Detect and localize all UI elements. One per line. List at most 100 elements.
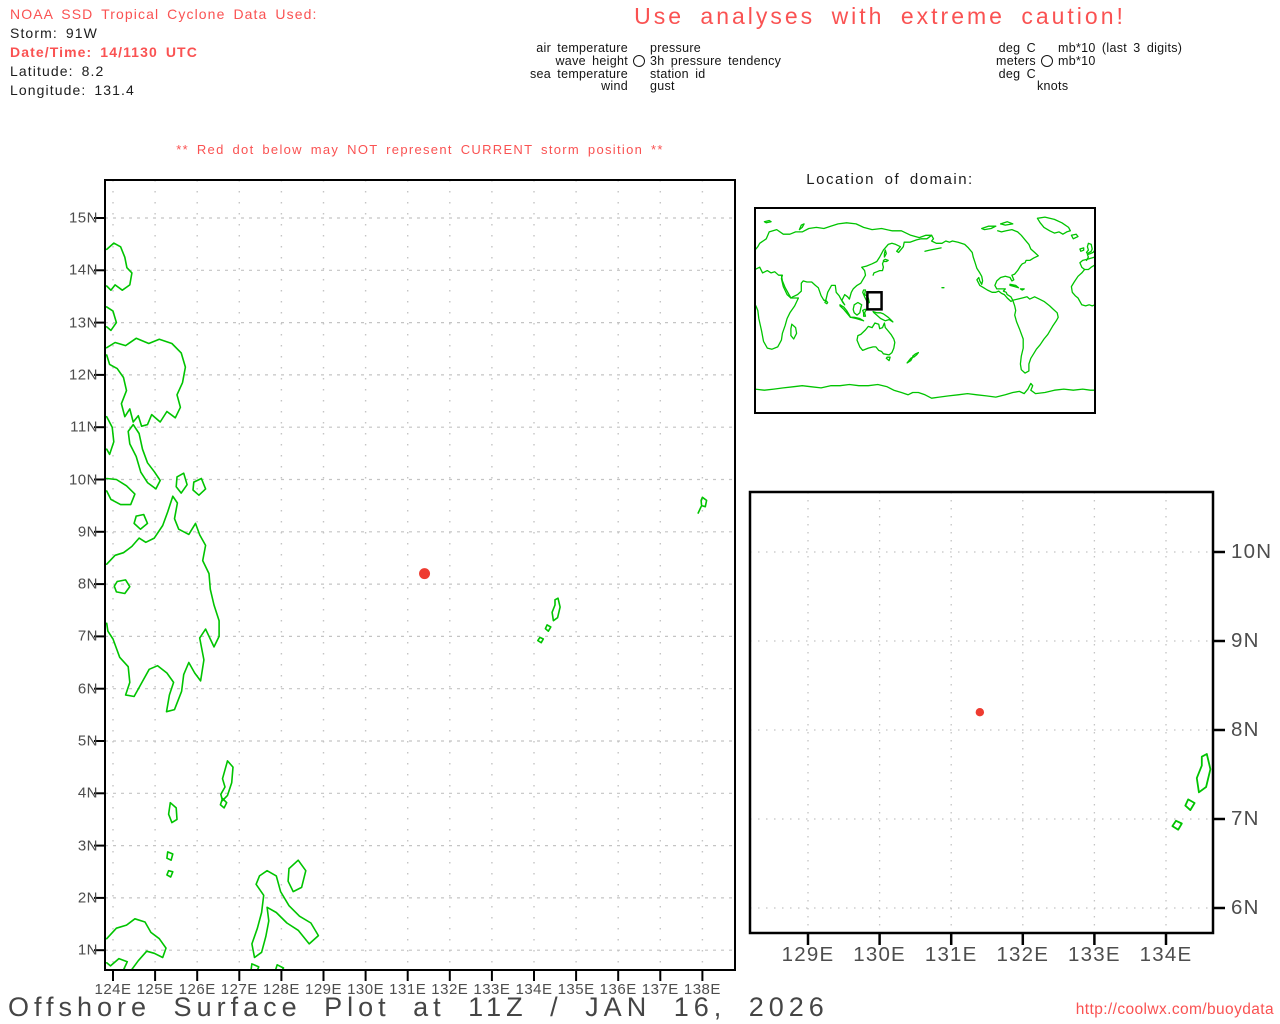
coastline xyxy=(106,337,187,428)
coastline xyxy=(275,963,285,969)
coastline xyxy=(586,550,608,579)
coastline xyxy=(220,760,234,802)
coastline xyxy=(697,505,702,514)
coastline xyxy=(439,150,482,230)
main-y-tick-label: 12N xyxy=(68,366,98,384)
coastline xyxy=(1184,798,1196,811)
legend-deg-c-air: deg C xyxy=(998,41,1036,55)
legend-mb10-last3: mb*10 (last 3 digits) xyxy=(1058,41,1183,55)
world-coastline xyxy=(763,219,772,224)
station-model-legend-right: deg C mb*10 (last 3 digits) meters mb*10… xyxy=(975,42,1182,93)
domain-rectangle xyxy=(866,291,883,311)
header-latitude-line: Latitude: 8.2 xyxy=(10,63,105,79)
coastline xyxy=(700,496,708,508)
main-y-tick-label: 3N xyxy=(77,837,98,855)
world-coastline xyxy=(906,356,914,364)
world-coastline xyxy=(1079,256,1094,271)
world-coastline xyxy=(1070,233,1079,240)
coastline xyxy=(551,597,561,622)
coastline xyxy=(106,477,136,506)
world-coastline xyxy=(839,304,852,318)
main-map xyxy=(94,179,736,981)
main-y-tick-label: 9N xyxy=(77,523,98,541)
world-coastline xyxy=(930,234,1014,303)
zoom-y-tick-label: 8N xyxy=(1231,718,1260,741)
site-url: http://coolwx.com/buoydata xyxy=(1075,1001,1274,1018)
station-circle-icon xyxy=(633,55,645,68)
zoom-y-tick-label: 9N xyxy=(1231,629,1260,652)
main-y-tick-label: 2N xyxy=(77,889,98,907)
coastline xyxy=(544,624,552,633)
zoom-y-tick-label: 10N xyxy=(1231,540,1273,563)
coastline xyxy=(287,859,307,893)
world-coastline xyxy=(1079,247,1085,252)
world-coastline xyxy=(862,308,868,317)
coastline xyxy=(250,962,260,969)
main-y-tick-label: 5N xyxy=(77,732,98,750)
plot-title: Offshore Surface Plot at 11Z / JAN 16, 2… xyxy=(8,992,829,1022)
world-coastline xyxy=(981,225,997,231)
coastline xyxy=(106,242,133,292)
data-source-header: NOAA SSD Tropical Cyclone Data Used: Sto… xyxy=(10,5,317,100)
coastline xyxy=(1171,819,1183,831)
coastline xyxy=(439,258,455,298)
legend-wave-height: wave height xyxy=(555,53,628,68)
world-coastline xyxy=(872,258,889,276)
coastline xyxy=(476,459,530,569)
world-coastline xyxy=(1019,288,1025,291)
world-coastline xyxy=(756,274,800,350)
header-source-line: NOAA SSD Tropical Cyclone Data Used: xyxy=(10,6,318,22)
storm-dot-main xyxy=(419,568,431,580)
legend-pressure: pressure xyxy=(650,41,702,55)
world-coastline xyxy=(756,382,1094,399)
world-coastline xyxy=(924,247,942,252)
legend-3h-pressure-tendency: 3h pressure tendency xyxy=(650,53,782,68)
world-coastline xyxy=(1085,242,1093,255)
coastline xyxy=(486,612,509,637)
coastline xyxy=(106,415,115,456)
world-coastline xyxy=(849,316,865,322)
coastline xyxy=(192,477,207,497)
zoom-x-tick-label: 131E xyxy=(924,943,978,966)
header-longitude-line: Longitude: 131.4 xyxy=(10,82,135,98)
zoom-domain-map xyxy=(439,150,1225,948)
world-coastline xyxy=(885,356,891,362)
zoom-y-tick-label: 6N xyxy=(1231,896,1260,919)
main-y-tick-label: 11N xyxy=(70,418,98,436)
main-map-frame xyxy=(104,179,736,971)
coastline xyxy=(166,851,174,862)
header-storm-line: Storm: 91W xyxy=(10,25,98,41)
legend-deg-c-sea: deg C xyxy=(998,66,1036,81)
legend-knots: knots xyxy=(1037,79,1069,94)
coastline xyxy=(251,869,320,959)
storm-position-warning: ** Red dot below may NOT represent CURRE… xyxy=(176,142,664,157)
caution-title: Use analyses with extreme caution! xyxy=(634,3,1126,29)
coastlines xyxy=(439,150,1212,948)
main-y-tick-label: 8N xyxy=(77,575,98,593)
world-coastline xyxy=(912,351,920,358)
coastline xyxy=(127,423,161,490)
world-coastline xyxy=(790,323,798,340)
world-coastline xyxy=(824,299,829,305)
main-y-tick-label: 6N xyxy=(77,680,98,698)
zoom-y-tick-label: 7N xyxy=(1231,807,1260,830)
coastline xyxy=(106,917,167,969)
coastline xyxy=(439,581,630,948)
world-coastlines xyxy=(756,216,1094,399)
world-coastline xyxy=(856,322,896,356)
coastline xyxy=(439,445,451,509)
coastline xyxy=(113,579,131,595)
station-model-legend-left: air temperature pressure wave height 3h … xyxy=(505,42,781,93)
world-coastline xyxy=(798,223,805,231)
world-coastline xyxy=(852,301,863,316)
main-y-tick-label: 1N xyxy=(77,941,98,959)
world-coastline xyxy=(872,310,894,323)
world-coastline xyxy=(994,228,1039,301)
zoom-x-tick-label: 132E xyxy=(996,943,1050,966)
main-y-tick-label: 7N xyxy=(77,627,98,645)
world-coastline xyxy=(1036,216,1072,235)
coastline xyxy=(106,495,220,713)
station-circle-icon xyxy=(1041,55,1053,68)
coastline xyxy=(1195,753,1212,794)
main-y-tick-label: 14N xyxy=(68,261,98,279)
